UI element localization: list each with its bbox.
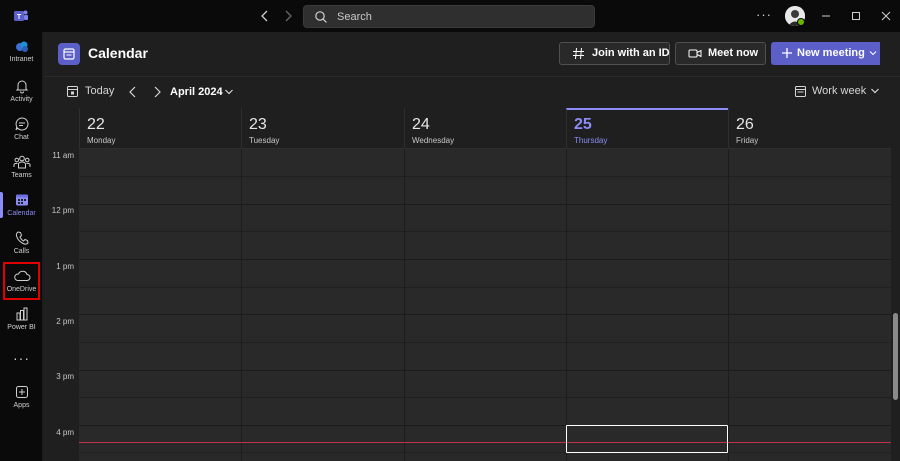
- time-label: 2 pm: [56, 317, 74, 326]
- rail-label: Calls: [13, 248, 30, 255]
- rail-label: Apps: [13, 402, 30, 409]
- teams-logo-icon[interactable]: T: [13, 8, 29, 24]
- calendar-toolbar: Today April 2024 Work week: [44, 78, 900, 108]
- rail-label: Intranet: [9, 56, 34, 63]
- day-name: Tuesday: [249, 136, 280, 145]
- meet-now-label: Meet now: [708, 47, 759, 59]
- phone-icon: [15, 231, 29, 245]
- search-icon: [315, 11, 327, 23]
- rail-label: Calendar: [7, 210, 36, 217]
- video-camera-icon: [688, 49, 702, 58]
- rail-label: Teams: [11, 172, 32, 179]
- time-label: 4 pm: [56, 428, 74, 437]
- selected-time-slot[interactable]: [566, 425, 728, 453]
- plus-icon: [782, 48, 792, 58]
- apps-icon: [15, 386, 28, 398]
- today-label: Today: [85, 85, 115, 97]
- current-time-line: [79, 442, 891, 443]
- title-bar: T ···: [0, 0, 900, 32]
- rail-label: Chat: [14, 134, 29, 141]
- rail-item-chat[interactable]: Chat: [0, 116, 43, 154]
- rail-label: Activity: [10, 96, 33, 103]
- page-title: Calendar: [88, 45, 148, 61]
- join-with-id-label: Join with an ID: [592, 47, 670, 59]
- chevron-down-icon: [869, 51, 877, 56]
- chevron-down-icon: [871, 88, 879, 94]
- rail-item-intranet[interactable]: Intranet: [0, 40, 43, 78]
- rail-item-powerbi[interactable]: Power BI: [0, 306, 43, 344]
- time-label: 3 pm: [56, 372, 74, 381]
- previous-week-button[interactable]: [126, 84, 140, 100]
- time-label: 1 pm: [56, 262, 74, 271]
- next-week-button[interactable]: [150, 84, 164, 100]
- back-arrow-icon[interactable]: [257, 8, 273, 24]
- maximize-icon[interactable]: [848, 8, 864, 24]
- day-number: 26: [736, 116, 754, 133]
- rail-item-activity[interactable]: Activity: [0, 78, 43, 116]
- calendar-icon: [15, 194, 28, 206]
- rail-item-teams[interactable]: Teams: [0, 154, 43, 192]
- day-number: 22: [87, 116, 105, 133]
- day-name: Thursday: [574, 136, 608, 145]
- presence-available-icon: [797, 18, 805, 26]
- day-header-thursday[interactable]: 25 Thursday: [566, 108, 729, 149]
- rail-item-calendar[interactable]: Calendar: [0, 192, 43, 230]
- day-number: 25: [574, 116, 592, 133]
- day-header-wednesday[interactable]: 24 Wednesday: [404, 108, 567, 149]
- more-options-icon[interactable]: ···: [756, 7, 772, 22]
- app-rail: Intranet Activity Chat Teams Calendar Ca…: [0, 32, 43, 461]
- new-meeting-dropdown-button[interactable]: [866, 42, 880, 65]
- join-with-id-button[interactable]: Join with an ID: [559, 42, 670, 65]
- day-number: 23: [249, 116, 267, 133]
- time-label: 11 am: [52, 151, 74, 160]
- day-header-friday[interactable]: 26 Friday: [728, 108, 891, 149]
- chevron-right-icon: [154, 86, 161, 98]
- time-column: [44, 149, 79, 461]
- close-icon[interactable]: [878, 8, 894, 24]
- intranet-icon: [15, 41, 28, 52]
- bell-icon: [15, 80, 28, 94]
- time-label: 12 pm: [51, 206, 74, 215]
- calendar-today-icon: [67, 86, 78, 97]
- new-meeting-label: New meeting: [797, 47, 865, 59]
- day-name: Wednesday: [412, 136, 455, 145]
- day-name: Monday: [87, 136, 116, 145]
- svg-text:T: T: [17, 14, 22, 21]
- hash-icon: [573, 47, 584, 60]
- scrollbar-thumb[interactable]: [893, 313, 898, 400]
- rail-more-apps[interactable]: ···: [0, 350, 43, 366]
- calendar-grid[interactable]: [79, 149, 891, 461]
- teams-icon: [13, 155, 30, 169]
- day-header-tuesday[interactable]: 23 Tuesday: [241, 108, 404, 149]
- powerbi-icon: [16, 307, 27, 321]
- day-number: 24: [412, 116, 430, 133]
- active-indicator: [0, 192, 3, 218]
- rail-label: Power BI: [7, 324, 36, 331]
- day-header-monday[interactable]: 22 Monday: [79, 108, 242, 149]
- rail-item-apps[interactable]: Apps: [0, 384, 43, 422]
- more-icon: ···: [13, 350, 30, 366]
- forward-arrow-icon[interactable]: [280, 8, 296, 24]
- onedrive-highlight-box: [3, 262, 40, 300]
- chevron-down-icon[interactable]: [224, 87, 234, 97]
- calendar-app-icon: [58, 43, 80, 65]
- day-name: Friday: [736, 136, 759, 145]
- minimize-icon[interactable]: [818, 8, 834, 24]
- calendar-header: Calendar Join with an ID Meet now New me…: [44, 32, 900, 77]
- meet-now-button[interactable]: Meet now: [675, 42, 766, 65]
- chevron-left-icon: [129, 86, 136, 98]
- scrollbar-track[interactable]: [891, 149, 900, 461]
- teams-window: T ···: [0, 0, 900, 461]
- search-input[interactable]: [337, 8, 587, 25]
- new-meeting-button[interactable]: New meeting: [771, 42, 880, 65]
- search-box[interactable]: [303, 5, 595, 28]
- month-picker[interactable]: April 2024: [170, 86, 223, 98]
- view-label: Work week: [812, 85, 867, 97]
- work-week-icon: [795, 86, 806, 97]
- chat-icon: [15, 117, 28, 131]
